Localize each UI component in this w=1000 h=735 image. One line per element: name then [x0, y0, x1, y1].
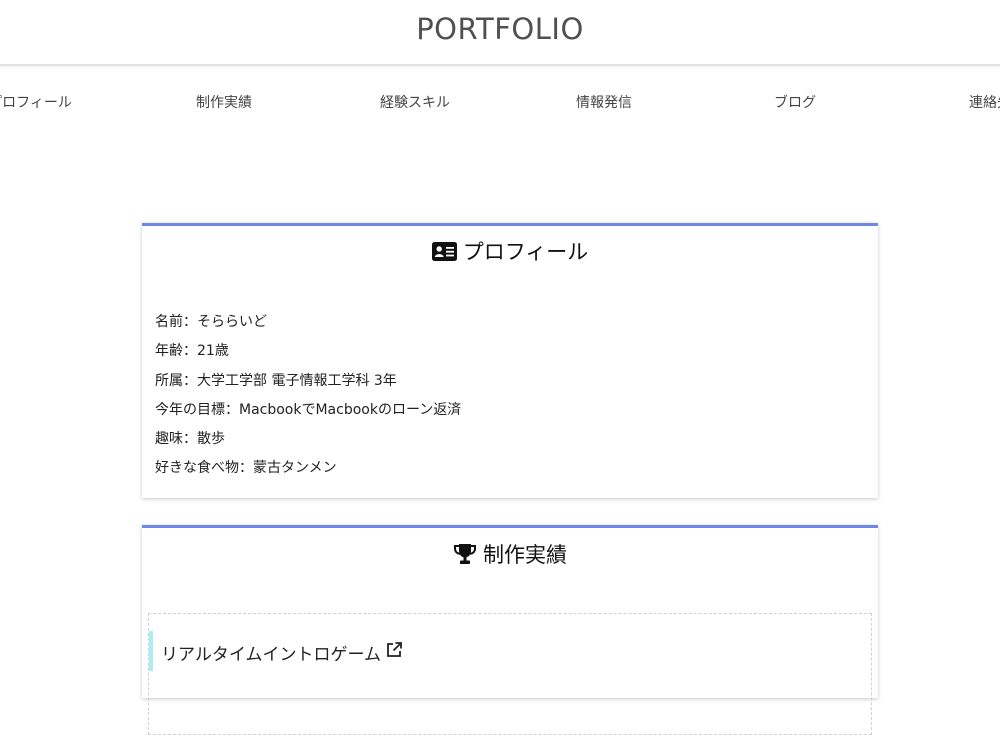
profile-name: 名前：そららいど — [155, 314, 267, 330]
work-item-label: リアルタイムイントロゲーム — [161, 645, 381, 665]
nav-item-profile[interactable]: プロフィール — [0, 92, 72, 112]
profile-list: 名前：そららいど 年齢：21歳 所属：大学工学部 電子情報工学科 3年 今年の目… — [155, 311, 461, 487]
profile-heading: プロフィール — [462, 240, 589, 264]
external-link-icon — [385, 641, 403, 664]
nav-item-blog[interactable]: ブログ — [774, 92, 816, 112]
work-item-accent-bar — [149, 631, 153, 671]
profile-favorite-food: 好きな食べ物：蒙古タンメン — [155, 460, 337, 477]
profile-goal: 今年の目標：MacbookでMacbookのローン返済 — [155, 401, 462, 418]
profile-card: プロフィール 名前：そららいど 年齢：21歳 所属：大学工学部 電子情報工学科 … — [142, 223, 878, 498]
works-card: 制作実績 リアルタイムイントロゲーム — [142, 525, 878, 735]
works-card-title: 制作実績 — [142, 539, 878, 569]
nav-item-outreach[interactable]: 情報発信 — [576, 92, 632, 112]
nav-item-contact[interactable]: 連絡先 — [969, 92, 1000, 112]
works-heading: 制作実績 — [483, 543, 567, 567]
main-nav: プロフィール 制作実績 経験スキル 情報発信 ブログ 連絡先 — [0, 92, 1000, 118]
profile-hobby: 趣味：散歩 — [155, 431, 225, 448]
site-header: PORTFOLIO — [0, 0, 1000, 66]
trophy-icon — [453, 543, 477, 565]
nav-item-skills[interactable]: 経験スキル — [380, 92, 450, 112]
id-card-icon — [431, 241, 457, 261]
nav-item-works[interactable]: 制作実績 — [196, 92, 252, 112]
site-title[interactable]: PORTFOLIO — [0, 12, 1000, 46]
profile-card-title: プロフィール — [142, 236, 878, 266]
profile-age: 年齢：21歳 — [155, 343, 229, 360]
work-item-link[interactable]: リアルタイムイントロゲーム — [161, 640, 403, 665]
profile-affiliation: 所属：大学工学部 電子情報工学科 3年 — [155, 372, 397, 389]
work-item: リアルタイムイントロゲーム — [148, 613, 872, 735]
